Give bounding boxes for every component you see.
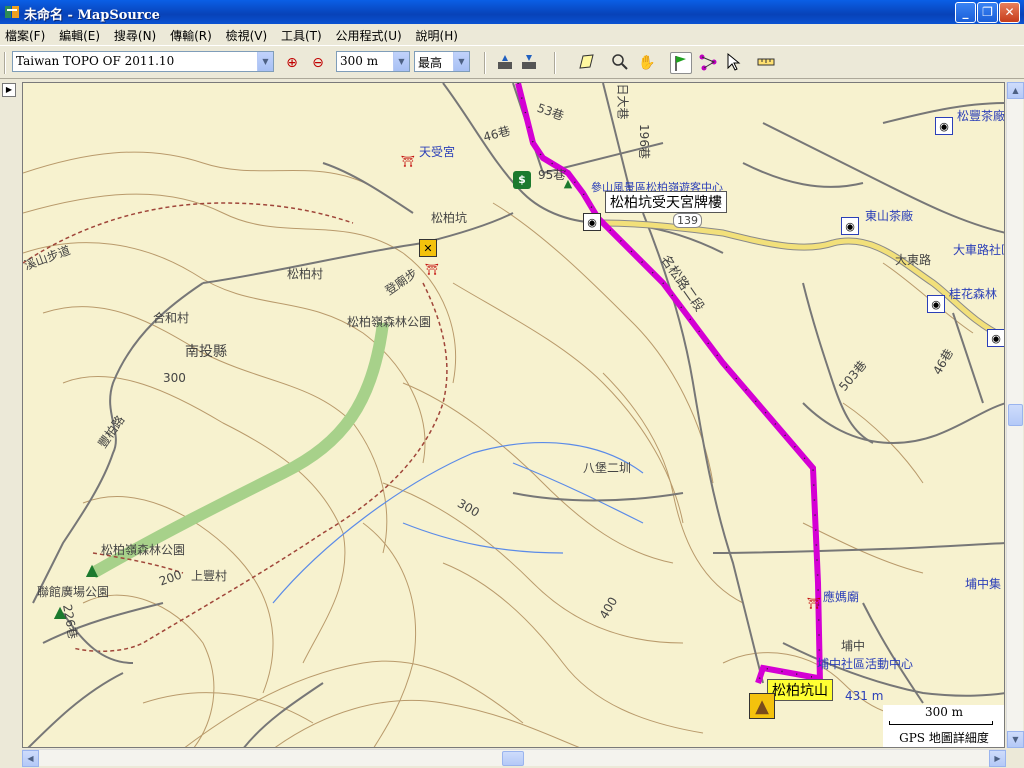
map-product-value: Taiwan TOPO OF 2011.10 bbox=[16, 54, 175, 68]
map-label-plaza-park[interactable]: 聯館廣場公園 bbox=[37, 583, 109, 600]
map-label-elevation: 431 m bbox=[845, 689, 884, 703]
menu-bar: 檔案(F) 編輯(E) 搜尋(N) 傳輸(R) 檢視(V) 工具(T) 公用程式… bbox=[0, 24, 1024, 46]
camera-icon[interactable]: ◉ bbox=[583, 213, 601, 231]
camera-icon[interactable]: ◉ bbox=[927, 295, 945, 313]
map-detail-label: GPS 地圖詳細度 bbox=[899, 731, 989, 745]
chevron-down-icon[interactable]: ▼ bbox=[393, 52, 409, 71]
map-product-select[interactable]: Taiwan TOPO OF 2011.10 ▼ bbox=[12, 51, 274, 72]
detail-level-value: 最高 bbox=[418, 56, 443, 70]
highway-shield-139: 139 bbox=[673, 213, 702, 228]
map-label-contour-300-a: 300 bbox=[163, 371, 186, 385]
menu-edit[interactable]: 編輯(E) bbox=[54, 24, 105, 44]
camera-icon[interactable]: ◉ bbox=[935, 117, 953, 135]
select-arrow-icon[interactable] bbox=[722, 52, 744, 74]
zoom-scale-select[interactable]: 300 m ▼ bbox=[336, 51, 410, 72]
map-label-dache-community[interactable]: 大車路社區 bbox=[953, 241, 1004, 258]
map-label-shangfeng-village: 上豐村 bbox=[191, 569, 228, 583]
map-label-rida-lane: 日大巷 bbox=[615, 83, 630, 120]
map-scale-bar bbox=[889, 721, 993, 725]
camera-icon[interactable]: ◉ bbox=[841, 217, 859, 235]
menu-view[interactable]: 檢視(V) bbox=[221, 24, 273, 44]
map-label-dadong-road: 大東路 bbox=[895, 253, 932, 267]
temple-icon[interactable]: ⛩ bbox=[805, 595, 823, 613]
menu-help[interactable]: 說明(H) bbox=[411, 24, 463, 44]
map-label-songbai-village: 松柏村 bbox=[287, 267, 324, 281]
zoom-in-icon[interactable]: ⊕ bbox=[281, 52, 303, 74]
minimize-button[interactable]: _ bbox=[955, 2, 976, 23]
map-label-songbaikeng: 松柏坑 bbox=[431, 211, 468, 225]
map-label-forest-park-2[interactable]: 松柏嶺森林公園 bbox=[101, 541, 185, 558]
zoom-scale-value: 300 m bbox=[340, 54, 379, 68]
close-button[interactable]: ✕ bbox=[999, 2, 1020, 23]
menu-utilities[interactable]: 公用程式(U) bbox=[331, 24, 407, 44]
send-to-device-icon[interactable] bbox=[494, 52, 516, 74]
map-label-osmanthus-forest[interactable]: 桂花森林 bbox=[949, 285, 997, 302]
measure-distance-icon[interactable] bbox=[755, 52, 777, 74]
map-label-puzhong-market[interactable]: 埔中集 bbox=[965, 575, 1001, 592]
scroll-down-icon[interactable]: ▼ bbox=[1007, 731, 1024, 748]
scroll-left-icon[interactable]: ◀ bbox=[22, 750, 39, 767]
map-label-forest-park-1[interactable]: 松柏嶺森林公園 bbox=[347, 313, 431, 330]
temple-icon[interactable]: ⛩ bbox=[399, 153, 417, 171]
vertical-scrollbar[interactable]: ▲ ▼ bbox=[1006, 82, 1024, 748]
waypoint-tool-icon[interactable] bbox=[670, 52, 692, 74]
receive-from-device-icon[interactable] bbox=[518, 52, 540, 74]
scroll-right-icon[interactable]: ▶ bbox=[989, 750, 1006, 767]
menu-tools[interactable]: 工具(T) bbox=[276, 24, 327, 44]
temple-icon[interactable]: ⛩ bbox=[423, 261, 441, 279]
chevron-down-icon[interactable]: ▼ bbox=[257, 52, 273, 71]
map-label-puzhong-center[interactable]: 埔中社區活動中心 bbox=[817, 655, 913, 672]
map-scale-label: 300 m bbox=[924, 705, 964, 719]
horizontal-scrollbar[interactable]: ◀ ▶ bbox=[22, 749, 1006, 767]
zoom-tool-icon[interactable] bbox=[609, 52, 631, 74]
expand-panel-icon[interactable]: ▶ bbox=[2, 83, 16, 97]
mapsource-app-icon bbox=[5, 6, 19, 18]
map-label-lane196: 196巷 bbox=[636, 124, 651, 159]
park-trail bbox=[90, 322, 389, 579]
menu-find[interactable]: 搜尋(N) bbox=[109, 24, 161, 44]
map-scale-box: 300 m GPS 地圖詳細度 bbox=[883, 705, 1004, 747]
map-label-dongshan-tea[interactable]: 東山茶廠 bbox=[865, 207, 913, 224]
maximize-button[interactable]: ❐ bbox=[977, 2, 998, 23]
waypoint-label-summit[interactable]: 松柏坑山 bbox=[767, 679, 833, 701]
restaurant-icon[interactable]: ✕ bbox=[419, 239, 437, 257]
scroll-up-icon[interactable]: ▲ bbox=[1007, 82, 1024, 99]
title-bar: 未命名 - MapSource _ ❐ ✕ bbox=[0, 0, 1024, 24]
map-label-nantou-county: 南投縣 bbox=[185, 344, 227, 360]
window-title: 未命名 - MapSource bbox=[24, 8, 160, 23]
horizontal-scroll-thumb[interactable] bbox=[502, 751, 524, 766]
camera-icon[interactable]: ◉ bbox=[987, 329, 1004, 347]
tree-icon[interactable]: ▲ bbox=[83, 561, 101, 579]
menu-file[interactable]: 檔案(F) bbox=[0, 24, 50, 44]
waypoint-label-archway[interactable]: 松柏坑受天宮牌樓 bbox=[605, 191, 727, 213]
menu-transfer[interactable]: 傳輸(R) bbox=[165, 24, 217, 44]
map-label-songfeng-tea[interactable]: 松豐茶廠 bbox=[957, 107, 1004, 124]
detail-level-select[interactable]: 最高 ▼ bbox=[414, 51, 470, 72]
map-view[interactable]: 天受宮 53巷 46巷 196巷 日大巷 95巷 參山風景區松柏嶺遊客中心 松柏… bbox=[22, 82, 1005, 748]
map-label-hehe-village: 合和村 bbox=[153, 311, 190, 325]
zoom-out-icon[interactable]: ⊖ bbox=[307, 52, 329, 74]
hand-pan-icon[interactable]: ✋ bbox=[636, 52, 658, 74]
map-label-babao-canal: 八堡二圳 bbox=[583, 461, 632, 475]
route-tool-icon[interactable] bbox=[697, 52, 719, 74]
toolbar: Taiwan TOPO OF 2011.10 ▼ ⊕ ⊖ 300 m ▼ 最高 … bbox=[0, 47, 1024, 79]
map-label-puzhong: 埔中 bbox=[841, 639, 866, 653]
chevron-down-icon[interactable]: ▼ bbox=[453, 52, 469, 71]
map-select-tool-icon[interactable] bbox=[576, 52, 598, 74]
side-panel-gutter: ▶ bbox=[0, 80, 20, 768]
tree-icon[interactable]: ▲ bbox=[559, 175, 577, 193]
map-label-yingma-temple[interactable]: 應媽廟 bbox=[823, 588, 859, 605]
tree-icon[interactable]: ▲ bbox=[51, 603, 69, 621]
map-label-temple[interactable]: 天受宮 bbox=[419, 143, 455, 160]
bank-icon[interactable]: $ bbox=[513, 171, 531, 189]
vertical-scroll-thumb[interactable] bbox=[1008, 404, 1023, 426]
summit-icon[interactable]: ▲ bbox=[749, 693, 775, 719]
